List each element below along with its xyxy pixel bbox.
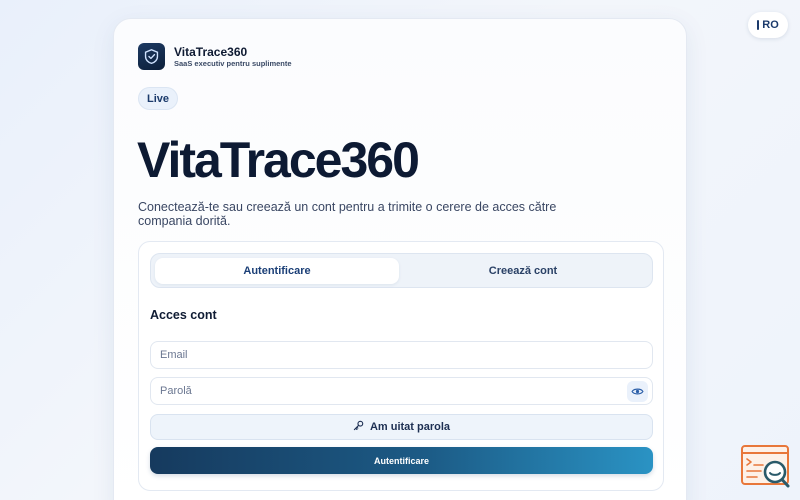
help-search-icon[interactable] xyxy=(741,444,791,490)
page-title: VitaTrace360 xyxy=(137,132,420,188)
auth-card: VitaTrace360 SaaS executiv pentru suplim… xyxy=(113,18,687,500)
eye-icon[interactable] xyxy=(627,381,648,402)
tab-create-account[interactable]: Creează cont xyxy=(401,258,645,284)
shield-logo-icon xyxy=(138,43,165,70)
key-icon xyxy=(353,420,364,434)
language-bar-icon xyxy=(757,20,760,30)
login-submit-button[interactable]: Autentificare xyxy=(150,447,653,474)
brand-name: VitaTrace360 xyxy=(174,44,248,59)
status-badge: Live xyxy=(138,87,179,110)
brand-tagline: SaaS executiv pentru suplimente xyxy=(174,58,292,68)
login-panel: Autentificare Creează cont Acces cont Em… xyxy=(138,241,664,491)
language-code: RO xyxy=(762,19,779,31)
forgot-password-label: Am uitat parola xyxy=(369,421,451,433)
tab-login[interactable]: Autentificare xyxy=(155,258,399,284)
forgot-password-button[interactable]: Am uitat parola xyxy=(150,414,653,440)
page-subtitle: Conectează-te sau creează un cont pentru… xyxy=(138,200,557,228)
email-field[interactable] xyxy=(151,342,652,368)
auth-tabs: Autentificare Creează cont xyxy=(150,253,653,288)
language-switcher[interactable]: RO xyxy=(748,12,788,38)
email-field-wrapper xyxy=(150,341,653,369)
brand-header: VitaTrace360 SaaS executiv pentru suplim… xyxy=(138,43,292,70)
password-field-wrapper xyxy=(150,377,653,405)
section-title: Acces cont xyxy=(150,308,217,322)
password-field[interactable] xyxy=(151,378,652,404)
